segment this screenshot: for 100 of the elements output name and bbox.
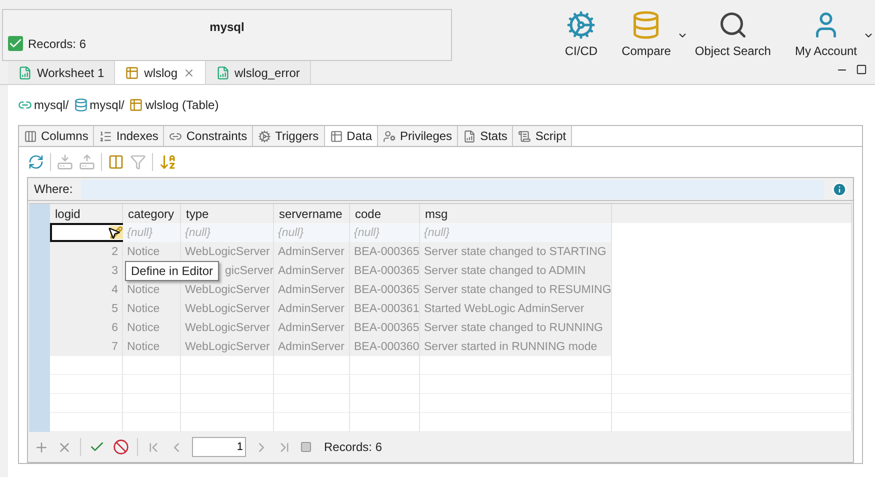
table-cell: AdminServer: [274, 242, 350, 261]
table-cell: BEA-000360: [350, 337, 420, 356]
object-tab[interactable]: Privileges: [378, 126, 458, 146]
table-cell: [123, 356, 181, 375]
breadcrumb-item: mysql/: [90, 98, 124, 112]
table-cell: Server state changed to RUNNING: [420, 318, 612, 337]
editor-tab[interactable]: Worksheet 1: [8, 61, 116, 84]
object-tab[interactable]: Constraints: [164, 126, 254, 146]
column-header[interactable]: category: [123, 204, 181, 223]
table-cell: {null}: [420, 223, 612, 242]
table-cell: AdminServer: [274, 280, 350, 299]
toolbar-button[interactable]: Compare: [616, 10, 677, 58]
cancel-icon[interactable]: [113, 439, 129, 455]
table-cell: {null}: [123, 223, 181, 242]
sql-file-icon: [216, 66, 230, 80]
cursor-icon: [107, 226, 121, 240]
breadcrumb-item: wlslog (Table): [145, 98, 219, 112]
column-header[interactable]: servername: [274, 204, 350, 223]
editor-tab[interactable]: wlslog_error: [206, 61, 311, 84]
edit-field[interactable]: [50, 223, 123, 242]
import-icon[interactable]: [57, 154, 73, 170]
toolbar-button[interactable]: Object Search: [688, 10, 777, 58]
table-cell: Notice: [123, 318, 181, 337]
table-cell: AdminServer: [274, 318, 350, 337]
grid-icon: [330, 130, 343, 142]
maximize-icon[interactable]: [856, 64, 867, 75]
where-label: Where:: [34, 182, 73, 196]
records-status: Records: 6: [28, 36, 86, 50]
gear-icon: [258, 130, 272, 142]
table-cell: [350, 356, 420, 375]
table-cell: BEA-000365: [350, 318, 420, 337]
object-tab[interactable]: Triggers: [253, 126, 325, 146]
records-count: Records: 6: [324, 440, 382, 454]
table-cell: [350, 413, 420, 432]
column-header[interactable]: type: [181, 204, 274, 223]
search-icon: [718, 10, 748, 40]
table-cell: 7: [50, 337, 123, 356]
table-cell: BEA-000365: [350, 242, 420, 261]
table-cell: BEA-000361: [350, 299, 420, 318]
table-cell: [123, 413, 181, 432]
table-cell: Started WebLogic AdminServer: [420, 299, 612, 318]
refresh-icon[interactable]: [28, 154, 44, 170]
table-cell: Notice: [123, 299, 181, 318]
table-cell: 6: [50, 318, 123, 337]
table-cell: WebLogicServer: [181, 242, 274, 261]
table-cell: Server started in RUNNING mode: [420, 337, 612, 356]
table-cell: Server state changed to STARTING: [420, 242, 612, 261]
table-cell: 5: [50, 299, 123, 318]
database-icon: [74, 98, 88, 112]
sort-icon[interactable]: [159, 153, 177, 171]
table-cell: WebLogicServer: [181, 299, 274, 318]
table-cell: WebLogicServer: [181, 337, 274, 356]
object-tab[interactable]: Stats: [458, 126, 514, 146]
table-icon: [125, 66, 140, 80]
table-cell: Server state changed to RESUMING: [420, 280, 612, 299]
script-icon: [518, 130, 532, 142]
export-icon[interactable]: [79, 154, 95, 170]
gear-icon: [566, 10, 596, 40]
toolbar-button[interactable]: CI/CD: [558, 10, 604, 58]
table-cell: [350, 375, 420, 394]
close-icon[interactable]: [182, 66, 195, 78]
table-cell: WebLogicServer: [181, 280, 274, 299]
table-cell: [123, 394, 181, 413]
column-header[interactable]: msg: [420, 204, 612, 223]
list-icon: [99, 130, 112, 142]
column-header[interactable]: logid: [50, 204, 123, 223]
stop-icon[interactable]: [300, 441, 312, 453]
table-cell: Notice: [123, 280, 181, 299]
table-cell: AdminServer: [274, 261, 350, 280]
columns-icon: [24, 130, 37, 142]
table-cell: {null}: [274, 223, 350, 242]
table-cell: WebLogicServer: [181, 318, 274, 337]
table-icon: [129, 98, 144, 112]
table-cell: [350, 394, 420, 413]
filter-icon[interactable]: [130, 154, 146, 170]
page-field[interactable]: 1: [192, 437, 246, 457]
table-cell: Server state changed to ADMIN: [420, 261, 612, 280]
table-cell: 3: [50, 261, 123, 280]
table-cell: {null}: [350, 223, 420, 242]
where-field[interactable]: [80, 180, 824, 198]
sql-file-icon: [18, 66, 32, 80]
panel-title: mysql: [210, 20, 244, 34]
add-icon[interactable]: [34, 440, 49, 454]
user-icon: [383, 130, 396, 142]
object-tab[interactable]: Indexes: [94, 126, 164, 146]
toolbar-button[interactable]: My Account: [788, 10, 863, 58]
table-cell: Notice: [123, 242, 181, 261]
table-cell: AdminServer: [274, 337, 350, 356]
object-tab[interactable]: Columns: [19, 126, 94, 146]
breadcrumb-item: mysql/: [34, 98, 69, 112]
object-tab[interactable]: Script: [513, 126, 572, 146]
table-cell: BEA-000365: [350, 261, 420, 280]
fit-columns-icon[interactable]: [108, 154, 124, 170]
table-cell: BEA-000365: [350, 280, 420, 299]
table-cell: 4: [50, 280, 123, 299]
table-cell: Notice: [123, 337, 181, 356]
info-icon[interactable]: [832, 182, 847, 196]
editor-tab[interactable]: wlslog: [115, 61, 206, 84]
column-header[interactable]: code: [350, 204, 420, 223]
table-cell: AdminServer: [274, 299, 350, 318]
